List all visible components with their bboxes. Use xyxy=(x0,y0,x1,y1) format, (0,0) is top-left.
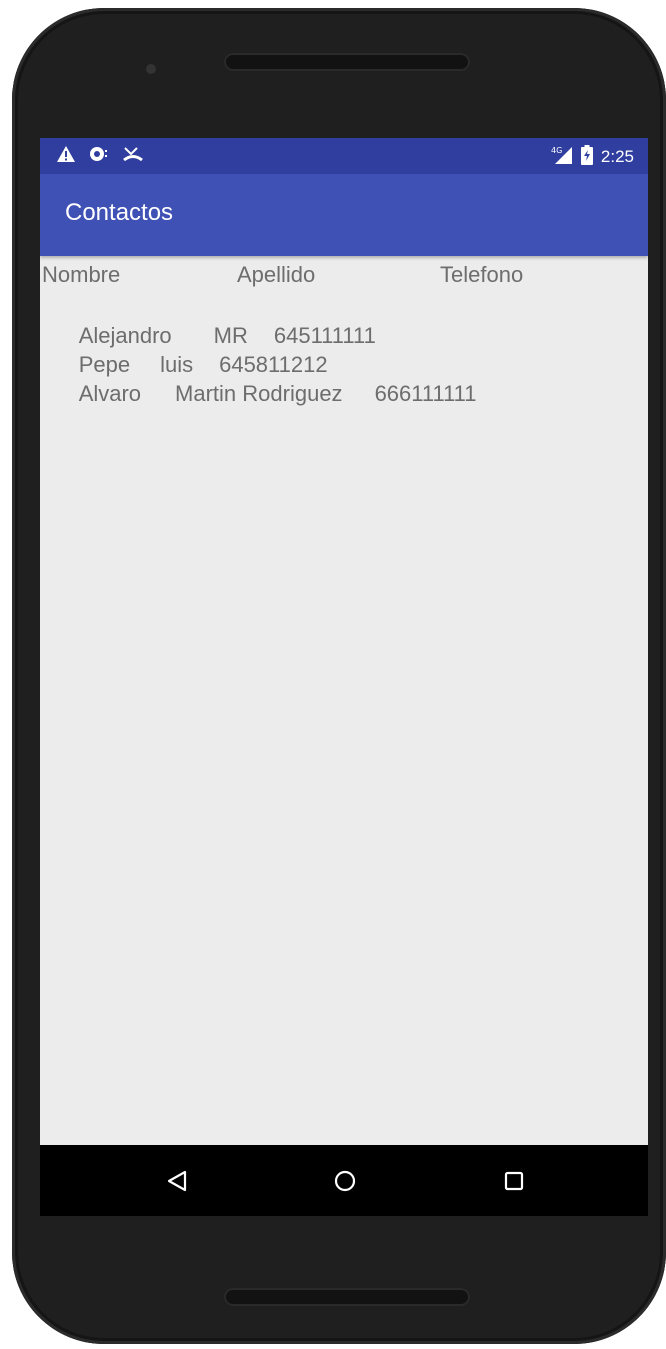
home-button[interactable] xyxy=(329,1165,361,1197)
system-status: 4G 2:25 xyxy=(551,145,634,169)
recents-button[interactable] xyxy=(498,1165,530,1197)
back-button[interactable] xyxy=(161,1165,193,1197)
table-header: Nombre Apellido Telefono xyxy=(40,260,648,292)
back-icon xyxy=(167,1170,187,1192)
cell-telefono: 645111111 xyxy=(273,323,376,348)
header-telefono: Telefono xyxy=(440,262,524,287)
status-time: 2:25 xyxy=(600,147,634,166)
navigation-bar xyxy=(40,1145,648,1216)
svg-text:4G: 4G xyxy=(551,146,562,155)
bottom-speaker xyxy=(224,1288,470,1306)
missed-call-icon xyxy=(122,145,144,167)
header-nombre: Nombre xyxy=(42,262,121,287)
contacts-table: Nombre Apellido Telefono Alejandro MR 6451… xyxy=(40,260,648,406)
cell-apellido: MR xyxy=(213,323,248,348)
app-title: Contactos xyxy=(65,199,174,226)
home-icon xyxy=(334,1170,356,1192)
cell-telefono: 666111111 xyxy=(374,381,477,406)
table-row: Alejandro MR 645111111 xyxy=(40,292,648,348)
battery-icon xyxy=(580,145,593,169)
cell-nombre: Alvaro xyxy=(78,381,142,406)
cell-apellido: luis xyxy=(160,352,194,377)
phone-screen: 4G 2:25 Contactos Nombre Apellido Telefo… xyxy=(40,138,648,1216)
cell-telefono: 645811212 xyxy=(219,352,328,377)
signal-icon: 4G xyxy=(551,145,573,169)
cell-nombre: Alejandro xyxy=(78,323,172,348)
notification-icons xyxy=(56,145,144,167)
app-toolbar: Contactos xyxy=(40,174,648,256)
sync-icon xyxy=(88,145,110,167)
recents-icon xyxy=(504,1171,524,1191)
cell-nombre: Pepe xyxy=(78,352,131,377)
cell-apellido: Martin Rodriguez xyxy=(175,381,343,406)
header-apellido: Apellido xyxy=(237,262,316,287)
warning-icon xyxy=(56,145,76,167)
front-sensor xyxy=(146,64,156,74)
top-speaker xyxy=(224,53,470,71)
status-bar: 4G 2:25 xyxy=(40,138,648,174)
